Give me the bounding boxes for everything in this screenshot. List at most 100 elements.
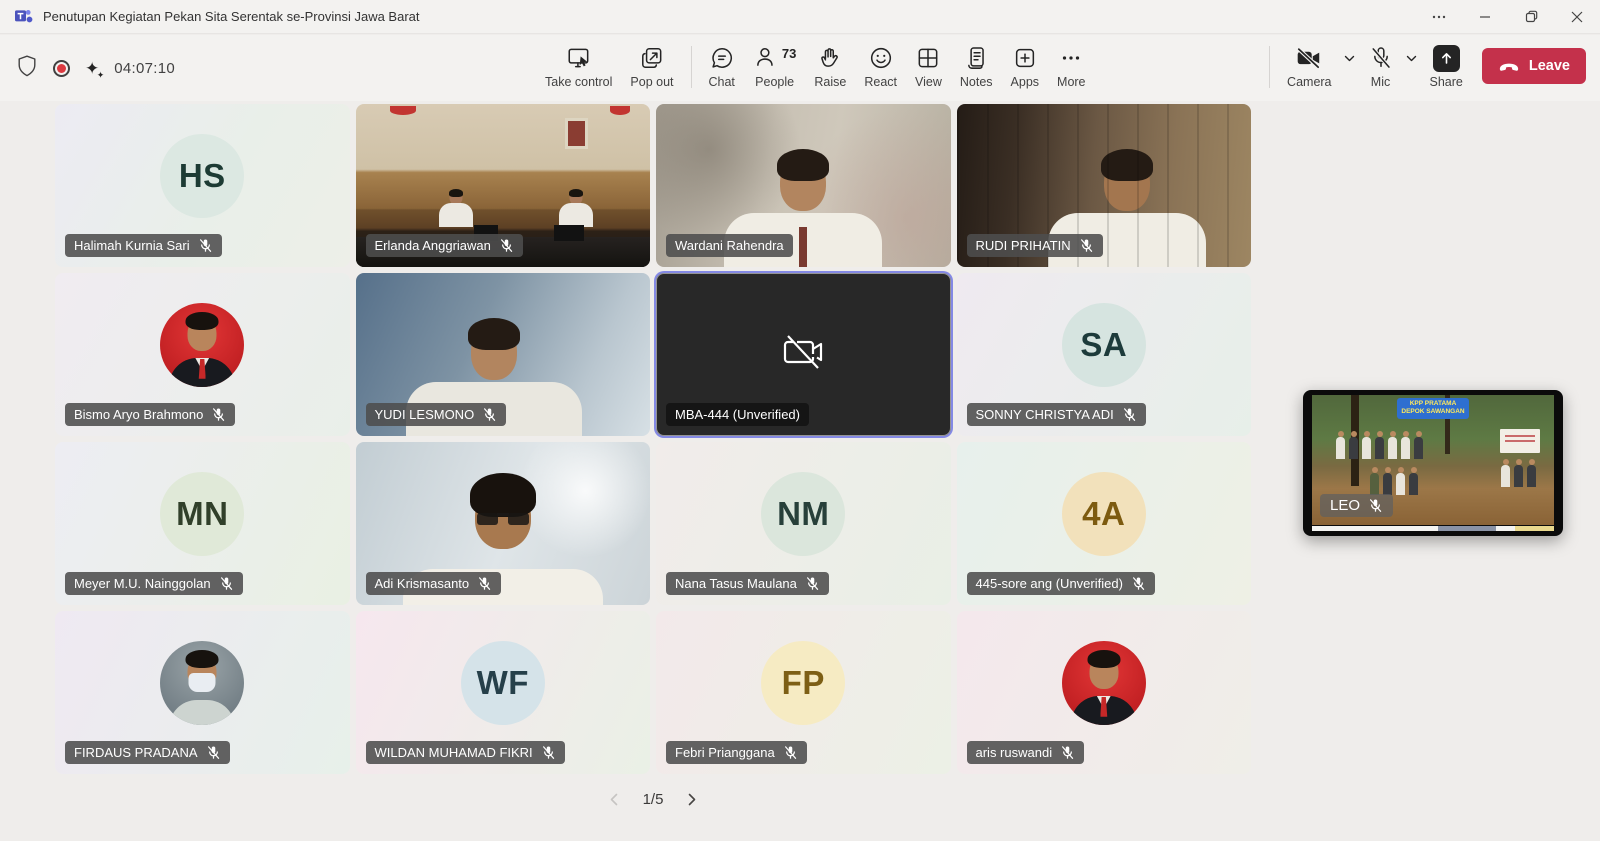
participant-tile-adi[interactable]: Adi Krismasanto xyxy=(356,442,651,605)
participant-name-chip: Bismo Aryo Brahmono xyxy=(65,403,235,426)
participant-tile-sonny[interactable]: SA SONNY CHRISTYA ADI xyxy=(957,273,1252,436)
participant-name-chip: 445-sore ang (Unverified) xyxy=(967,572,1155,595)
participant-tile-firdaus[interactable]: FIRDAUS PRADANA xyxy=(55,611,350,774)
raise-hand-button[interactable]: Raise xyxy=(805,42,855,91)
avatar-initials: HS xyxy=(160,134,244,218)
avatar-initials: NM xyxy=(761,472,845,556)
floating-participant-tile-leo[interactable]: KPP PRATAMA DEPOK SAWANGAN LEO xyxy=(1303,390,1563,536)
participant-tile-445sore[interactable]: 4A 445-sore ang (Unverified) xyxy=(957,442,1252,605)
person-silhouette xyxy=(434,191,478,239)
crowd-silhouettes xyxy=(1336,437,1423,459)
share-button[interactable]: Share xyxy=(1421,42,1472,91)
mic-muted-icon xyxy=(1079,238,1094,253)
mic-muted-icon xyxy=(1368,44,1394,72)
participant-tile-nana[interactable]: NM Nana Tasus Maulana xyxy=(656,442,951,605)
close-button[interactable] xyxy=(1554,0,1600,33)
page-indicator: 1/5 xyxy=(643,791,664,808)
participant-tile-rudi[interactable]: RUDI PRIHATIN xyxy=(957,104,1252,267)
previous-page-chevron[interactable] xyxy=(603,787,627,811)
copilot-sparkle-icon[interactable]: ✦✦ xyxy=(85,60,99,77)
participant-tile-halimah[interactable]: HS Halimah Kurnia Sari xyxy=(55,104,350,267)
avatar-initials: MN xyxy=(160,472,244,556)
mic-button[interactable]: Mic xyxy=(1359,42,1403,91)
react-button[interactable]: React xyxy=(855,42,906,91)
title-bar: Penutupan Kegiatan Pekan Sita Serentak s… xyxy=(0,0,1600,34)
crowd-silhouettes xyxy=(1370,473,1418,495)
mic-muted-icon xyxy=(783,745,798,760)
pop-out-button[interactable]: Pop out xyxy=(621,42,682,91)
hang-up-icon xyxy=(1498,60,1520,72)
avatar-initials: WF xyxy=(461,641,545,725)
participant-tile-febri[interactable]: FP Febri Prianggana xyxy=(656,611,951,774)
participant-name-chip: FIRDAUS PRADANA xyxy=(65,741,230,764)
participant-name-chip: MBA-444 (Unverified) xyxy=(666,403,809,426)
more-button[interactable]: More xyxy=(1048,42,1094,91)
notes-button[interactable]: Notes xyxy=(951,42,1002,91)
participant-name: aris ruswandi xyxy=(976,745,1053,760)
apps-button[interactable]: Apps xyxy=(1002,42,1049,91)
minimize-button[interactable] xyxy=(1462,0,1508,33)
next-page-chevron[interactable] xyxy=(679,787,703,811)
maximize-restore-button[interactable] xyxy=(1508,0,1554,33)
window-title: Penutupan Kegiatan Pekan Sita Serentak s… xyxy=(43,9,420,24)
participant-name: Erlanda Anggriawan xyxy=(375,238,491,253)
participant-name: LEO xyxy=(1330,497,1360,514)
participant-name: Adi Krismasanto xyxy=(375,576,470,591)
notes-icon xyxy=(963,44,989,72)
participant-name: WILDAN MUHAMAD FIKRI xyxy=(375,745,533,760)
participant-name-chip: YUDI LESMONO xyxy=(366,403,507,426)
participant-name-chip: SONNY CHRISTYA ADI xyxy=(967,403,1146,426)
leave-button[interactable]: Leave xyxy=(1482,48,1586,84)
participant-tile-mba444[interactable]: MBA-444 (Unverified) xyxy=(656,273,951,436)
participant-name-chip: RUDI PRIHATIN xyxy=(967,234,1103,257)
people-button[interactable]: 73 People xyxy=(744,42,805,91)
participant-tile-meyer[interactable]: MN Meyer M.U. Nainggolan xyxy=(55,442,350,605)
chat-button[interactable]: Chat xyxy=(700,42,744,91)
participant-name-chip: WILDAN MUHAMAD FIKRI xyxy=(366,741,565,764)
crowd-silhouettes xyxy=(1501,465,1536,487)
participant-name-chip: Febri Prianggana xyxy=(666,741,807,764)
participant-name: SONNY CHRISTYA ADI xyxy=(976,407,1114,422)
participant-tile-wardani[interactable]: Wardani Rahendra xyxy=(656,104,951,267)
chat-icon xyxy=(709,44,735,72)
participant-name: Febri Prianggana xyxy=(675,745,775,760)
participant-name-chip: Adi Krismasanto xyxy=(366,572,502,595)
participant-name: Nana Tasus Maulana xyxy=(675,576,797,591)
mic-muted-icon xyxy=(1122,407,1137,422)
window-more-button[interactable] xyxy=(1416,0,1462,33)
avatar-photo xyxy=(1062,641,1146,725)
take-control-button[interactable]: Take control xyxy=(536,42,621,91)
participant-name: Bismo Aryo Brahmono xyxy=(74,407,203,422)
participant-name: Wardani Rahendra xyxy=(675,238,784,253)
toolbar-divider xyxy=(1269,46,1270,88)
mic-muted-icon xyxy=(477,576,492,591)
participant-name: Halimah Kurnia Sari xyxy=(74,238,190,253)
laptop xyxy=(554,225,584,241)
mic-muted-icon xyxy=(482,407,497,422)
participant-name: Meyer M.U. Nainggolan xyxy=(74,576,211,591)
camera-options-chevron[interactable] xyxy=(1341,44,1359,72)
meeting-toolbar: ✦✦ 04:07:10 Take control Pop out Chat xyxy=(0,35,1600,101)
participant-name-chip: Halimah Kurnia Sari xyxy=(65,234,222,257)
mic-muted-icon xyxy=(1060,745,1075,760)
participant-tile-aris[interactable]: aris ruswandi xyxy=(957,611,1252,774)
video-frame: KPP PRATAMA DEPOK SAWANGAN LEO xyxy=(1312,395,1554,525)
participant-tile-bismo[interactable]: Bismo Aryo Brahmono xyxy=(55,273,350,436)
mic-muted-icon xyxy=(499,238,514,253)
participant-name: YUDI LESMONO xyxy=(375,407,475,422)
camera-off-icon xyxy=(780,332,826,377)
view-button[interactable]: View xyxy=(906,42,951,91)
more-dots-icon xyxy=(1058,44,1084,72)
participant-tile-yudi[interactable]: YUDI LESMONO xyxy=(356,273,651,436)
participant-tile-erlanda[interactable]: Erlanda Anggriawan xyxy=(356,104,651,267)
avatar-initials: SA xyxy=(1062,303,1146,387)
recording-indicator-icon xyxy=(53,60,70,77)
pop-out-icon xyxy=(639,44,665,72)
mic-options-chevron[interactable] xyxy=(1403,44,1421,72)
participant-tile-wildan[interactable]: WF WILDAN MUHAMAD FIKRI xyxy=(356,611,651,774)
camera-button[interactable]: Camera xyxy=(1278,42,1340,91)
mic-muted-icon xyxy=(219,576,234,591)
raise-hand-icon xyxy=(817,44,843,72)
take-control-icon xyxy=(566,44,592,72)
outdoor-sign: KPP PRATAMA DEPOK SAWANGAN xyxy=(1397,398,1469,419)
